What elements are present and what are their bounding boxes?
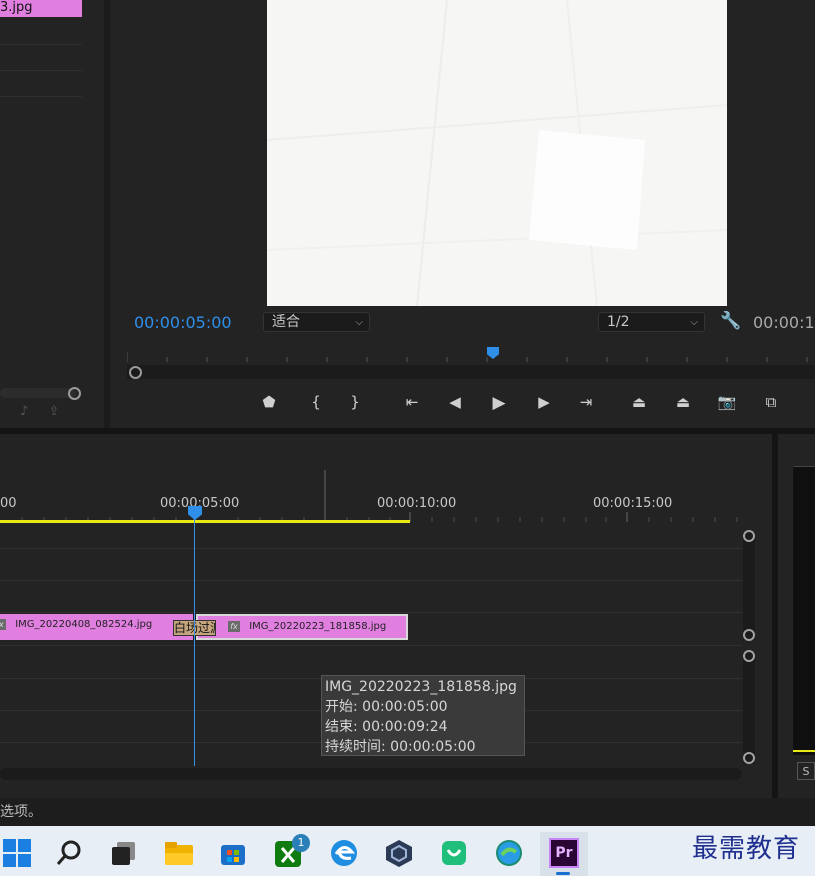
mark-in-icon[interactable]: { xyxy=(305,393,327,411)
status-bar: 选项。 xyxy=(0,798,815,826)
project-zoom-knob[interactable] xyxy=(68,387,81,400)
task-view-icon[interactable] xyxy=(106,836,140,870)
notification-badge: 1 xyxy=(292,834,310,852)
windows-start-icon[interactable] xyxy=(0,836,34,870)
project-zoom-slider[interactable] xyxy=(0,388,76,398)
solo-button[interactable]: S xyxy=(797,762,815,780)
scrollbar-knob[interactable] xyxy=(743,752,755,764)
step-back-icon[interactable]: ◀ xyxy=(444,393,466,411)
video-preview xyxy=(267,0,727,306)
clip-video-1[interactable]: fx IMG_20220408_082524.jpg xyxy=(0,614,193,640)
project-row-divider xyxy=(0,44,82,45)
wrench-icon[interactable]: 🔧 xyxy=(720,311,741,331)
resolution-value: 1/2 xyxy=(607,314,630,330)
tooltip-end: 结束: 00:00:09:24 xyxy=(325,719,448,735)
search-icon[interactable] xyxy=(52,836,86,870)
premiere-pro-icon[interactable]: Pr xyxy=(547,836,581,870)
add-marker-icon[interactable]: ⬟ xyxy=(258,393,280,411)
monitor-zoom-scrollbar[interactable] xyxy=(127,365,815,379)
store-icon[interactable] xyxy=(216,836,250,870)
step-forward-icon[interactable]: ▶ xyxy=(533,393,555,411)
track-divider xyxy=(0,612,742,613)
track-divider xyxy=(0,645,742,646)
audio-tracks-scrollbar[interactable] xyxy=(743,652,755,764)
scrollbar-knob[interactable] xyxy=(743,629,755,641)
premiere-label: Pr xyxy=(549,838,579,868)
zoom-level-value: 适合 xyxy=(272,314,300,330)
monitor-ruler[interactable] xyxy=(127,348,815,364)
file-explorer-icon[interactable] xyxy=(162,836,196,870)
project-footer-icons: ♪ ⇪ xyxy=(20,404,67,419)
extract-icon[interactable]: ⏏ xyxy=(672,393,694,411)
go-to-in-icon[interactable]: ⇤ xyxy=(401,393,423,411)
scrollbar-knob[interactable] xyxy=(743,530,755,542)
project-row-divider xyxy=(0,70,82,71)
preview-frame xyxy=(267,0,727,306)
timeline-horizontal-scrollbar[interactable] xyxy=(0,768,742,780)
fx-icon: fx xyxy=(0,618,6,630)
playhead-timecode[interactable]: 00:00:05:00 xyxy=(134,313,232,332)
shopping-icon[interactable] xyxy=(437,836,471,870)
zoom-level-dropdown[interactable]: 适合 ⌵ xyxy=(263,312,370,332)
edge-icon[interactable] xyxy=(492,836,526,870)
clip-label: IMG_20220223_181858.jpg xyxy=(249,621,387,632)
work-area-bar[interactable] xyxy=(0,520,410,523)
playback-resolution-dropdown[interactable]: 1/2 ⌵ xyxy=(598,312,705,332)
automate-icon[interactable]: ♪ xyxy=(20,404,36,419)
watermark: 最需教育 xyxy=(692,834,801,864)
edge-legacy-icon[interactable] xyxy=(327,836,361,870)
button-editor-icon[interactable]: ⧉ xyxy=(760,393,782,411)
timeline-ticks xyxy=(21,470,738,522)
clip-label: IMG_20220408_082524.jpg xyxy=(15,619,153,630)
meter-level-line xyxy=(793,750,815,752)
project-item-selected[interactable]: 3.jpg xyxy=(0,0,82,17)
project-row-divider xyxy=(0,96,82,97)
project-panel xyxy=(0,0,104,428)
duration-timecode: 00:00:1 xyxy=(753,313,815,332)
track-divider xyxy=(0,548,742,549)
lift-icon[interactable]: ⏏ xyxy=(628,393,650,411)
scrollbar-knob[interactable] xyxy=(743,650,755,662)
video-tracks-scrollbar[interactable] xyxy=(743,532,755,640)
track-divider xyxy=(0,580,742,581)
clip-tooltip: IMG_20220223_181858.jpg 开始: 00:00:05:00 … xyxy=(321,675,525,756)
camera-icon[interactable]: 📷 xyxy=(716,393,738,411)
running-indicator xyxy=(556,872,570,875)
playhead-line[interactable] xyxy=(194,518,195,766)
play-icon[interactable]: ▶ xyxy=(488,393,510,413)
virtualbox-icon[interactable] xyxy=(382,836,416,870)
export-icon[interactable]: ⇪ xyxy=(48,404,67,419)
chevron-down-icon: ⌵ xyxy=(690,317,698,328)
audio-meter xyxy=(793,466,815,755)
tooltip-duration: 持续时间: 00:00:05:00 xyxy=(325,739,476,755)
fx-icon: fx xyxy=(228,620,240,632)
tooltip-start: 开始: 00:00:05:00 xyxy=(325,699,448,715)
go-to-out-icon[interactable]: ⇥ xyxy=(575,393,597,411)
tooltip-title: IMG_20220223_181858.jpg xyxy=(325,679,517,695)
chevron-down-icon: ⌵ xyxy=(355,317,363,328)
scrollbar-knob[interactable] xyxy=(129,366,142,379)
mark-out-icon[interactable]: } xyxy=(344,393,366,411)
clip-video-2[interactable]: fx IMG_20220223_181858.jpg xyxy=(196,614,408,640)
